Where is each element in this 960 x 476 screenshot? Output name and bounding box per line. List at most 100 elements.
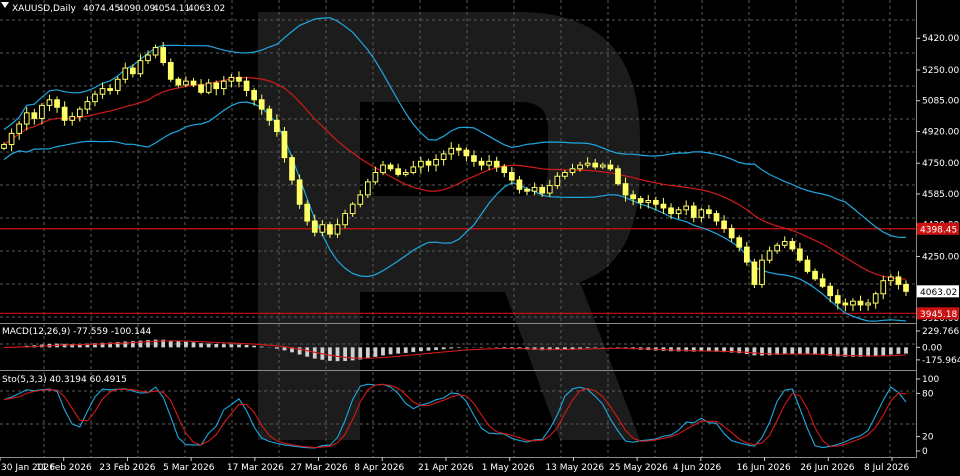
trading-chart[interactable]: 5420.00 5250.00 5085.00 4920.00 4750.00 4585.…	[0, 0, 960, 476]
time-tick-label: 5 Mar 2026	[163, 463, 215, 473]
candle-body	[493, 160, 500, 168]
candle-body	[402, 172, 409, 175]
candle-body	[107, 88, 113, 91]
time-tick-label: 13 May 2026	[545, 463, 604, 473]
stochastic-title: Sto(5,3,3) 40.3194 60.4915	[2, 375, 127, 385]
candle-body	[311, 220, 318, 233]
candle-body	[819, 278, 826, 287]
candle-body	[728, 227, 735, 239]
candle-body	[69, 116, 76, 121]
candle-body	[872, 293, 879, 304]
candle-body	[683, 205, 690, 211]
candle-body	[569, 168, 576, 174]
stochastic-tick-label: 100	[922, 375, 939, 385]
candle-body	[622, 183, 629, 196]
candle-body	[61, 106, 68, 121]
candle-body	[455, 147, 462, 151]
candle-body	[584, 162, 591, 166]
candle-body	[92, 93, 98, 103]
candle-body	[395, 168, 402, 175]
candle-body	[183, 80, 189, 86]
candle-body	[122, 67, 129, 80]
macd-tick-label: 229.766	[922, 327, 959, 337]
time-tick-label: 26 Jun 2026	[800, 463, 854, 473]
candle-body	[448, 147, 455, 155]
time-tick-label: 17 Mar 2026	[227, 463, 284, 473]
candle-body	[289, 157, 295, 181]
time-tick-label: 4 Jun 2026	[673, 463, 722, 473]
candle-body	[675, 209, 682, 215]
candle-body	[599, 164, 606, 168]
candle-body	[357, 194, 364, 205]
candle-body	[660, 203, 667, 209]
candle-body	[516, 179, 523, 190]
candle-body	[190, 80, 197, 86]
candle-body	[766, 250, 773, 261]
candle-body	[713, 213, 720, 222]
main-header: XAUUSD,Daily 4074.45 4090.09 4054.11 406…	[1, 2, 225, 14]
candle-body	[175, 78, 182, 86]
candle-body	[546, 185, 553, 194]
time-tick-label: 11 Feb 2026	[36, 463, 92, 473]
candle-body	[304, 203, 311, 222]
price-tag-label: 3945.18	[920, 310, 957, 320]
candle-body	[228, 76, 235, 82]
candle-body	[850, 300, 856, 306]
candle-body	[759, 259, 765, 285]
candle-body	[440, 153, 447, 160]
candle-body	[220, 80, 227, 90]
candle-body	[342, 213, 348, 226]
candle-body	[387, 164, 394, 170]
stochastic-tick-label: 0	[922, 447, 928, 457]
candle-body	[327, 224, 333, 235]
candle-body	[827, 285, 834, 297]
price-tag-label: 4063.02	[920, 288, 957, 298]
candle-body	[607, 164, 614, 170]
candle-body	[865, 302, 871, 306]
candle-body	[23, 112, 30, 125]
candle-body	[797, 248, 803, 261]
candle-body	[812, 270, 818, 280]
time-tick-label: 27 Mar 2026	[291, 463, 348, 473]
ohlc-high: 4090.09	[118, 4, 155, 14]
ohlc-open: 4074.45	[83, 4, 120, 14]
candle-body	[274, 119, 280, 132]
candle-body	[205, 82, 212, 93]
price-tick-label: 4750.00	[922, 159, 959, 169]
candle-body	[789, 241, 796, 250]
candle-body	[46, 99, 53, 106]
candle-body	[721, 220, 727, 229]
candle-body	[615, 168, 621, 185]
candle-body	[804, 259, 811, 272]
price-tick-label: 4585.00	[922, 190, 959, 200]
time-tick-label: 23 Feb 2026	[99, 463, 155, 473]
price-tick-label: 5420.00	[922, 34, 959, 44]
candle-body	[334, 224, 341, 235]
macd-title: MACD(12,26,9) -77.559 -100.144	[2, 327, 152, 337]
candle-body	[84, 101, 91, 110]
candle-body	[887, 276, 894, 282]
candle-body	[645, 200, 652, 203]
candle-body	[198, 84, 204, 93]
candle-body	[895, 276, 902, 285]
candle-body	[372, 172, 379, 183]
candle-body	[425, 160, 432, 166]
candle-body	[531, 186, 538, 192]
candle-body	[160, 47, 167, 63]
candle-body	[137, 60, 144, 75]
candle-body	[296, 179, 303, 205]
macd-tick-label: 0.00	[922, 343, 942, 353]
candle-body	[486, 160, 492, 166]
candle-body	[8, 132, 15, 146]
price-tick-label: 5250.00	[922, 66, 959, 76]
candle-body	[592, 162, 599, 168]
candle-body	[258, 99, 265, 110]
candle-body	[243, 80, 250, 91]
price-tick-label: 4920.00	[922, 127, 959, 137]
candle-body	[236, 76, 242, 82]
price-tick-label: 5085.00	[922, 97, 959, 107]
candle-body	[1, 144, 7, 149]
stochastic-tick-label: 20	[922, 433, 934, 443]
candle-body	[463, 149, 470, 157]
candle-body	[539, 186, 546, 194]
